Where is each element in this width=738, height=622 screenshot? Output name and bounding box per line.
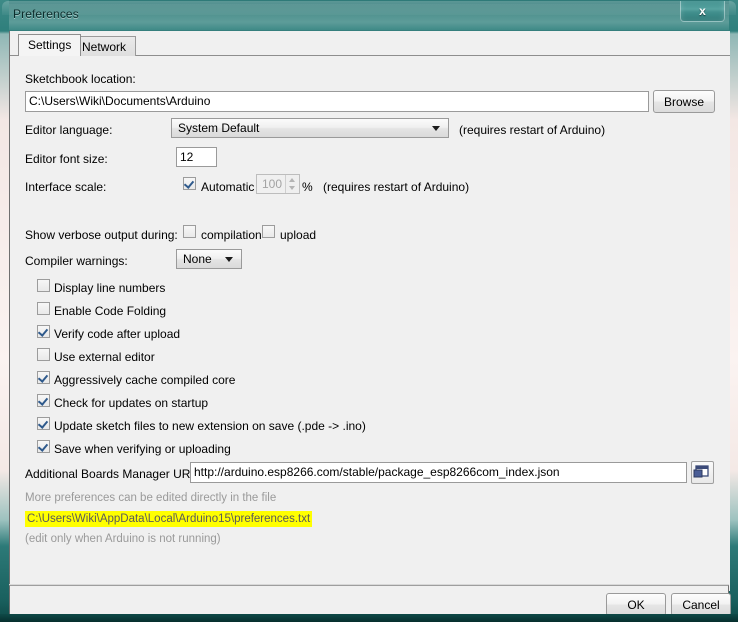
compiler-warnings-label: Compiler warnings: <box>25 254 128 268</box>
checkbox-label: Verify code after upload <box>54 327 181 341</box>
checkbox-label: Update sketch files to new extension on … <box>54 419 366 433</box>
verbose-upload-label: upload <box>280 228 317 242</box>
checkbox-check-for-updates-on-startup[interactable] <box>37 394 50 407</box>
interface-scale-note: (requires restart of Arduino) <box>323 180 470 194</box>
stepper-down-icon[interactable] <box>289 186 295 190</box>
client-area: Settings Network Sketchbook location: C:… <box>9 31 730 591</box>
checkbox-label: Display line numbers <box>54 281 166 295</box>
window-border-right <box>729 0 738 622</box>
editor-language-note: (requires restart of Arduino) <box>459 123 606 137</box>
interface-scale-stepper[interactable]: 100 <box>256 174 300 194</box>
close-icon: x <box>699 4 706 18</box>
tab-strip: Settings Network <box>10 31 730 56</box>
stepper-buttons[interactable] <box>285 175 299 193</box>
checkbox-label: Aggressively cache compiled core <box>54 373 236 387</box>
checkbox-enable-code-folding[interactable] <box>37 302 50 315</box>
editor-language-select[interactable]: System Default <box>171 118 449 138</box>
boards-manager-urls-label: Additional Boards Manager URLs: <box>25 467 207 481</box>
preferences-file-path: C:\Users\Wiki\AppData\Local\Arduino15\pr… <box>25 511 313 527</box>
compiler-warnings-value: None <box>183 252 212 266</box>
tab-network[interactable]: Network <box>72 36 137 56</box>
editor-language-value: System Default <box>178 121 260 135</box>
checkbox-aggressively-cache-compiled-core[interactable] <box>37 371 50 384</box>
interface-scale-value: 100 <box>261 177 282 191</box>
window-border-bottom <box>0 614 738 622</box>
checkbox-verify-code-after-upload[interactable] <box>37 325 50 338</box>
interface-scale-label: Interface scale: <box>25 180 107 194</box>
window-title: Preferences <box>13 7 79 21</box>
sketchbook-location-label: Sketchbook location: <box>25 72 136 86</box>
interface-scale-automatic-checkbox[interactable] <box>183 177 196 190</box>
checkbox-use-external-editor[interactable] <box>37 348 50 361</box>
compiler-warnings-select[interactable]: None <box>176 249 242 269</box>
interface-scale-percent: % <box>302 180 313 194</box>
stepper-up-icon[interactable] <box>289 178 295 182</box>
checkbox-display-line-numbers[interactable] <box>37 279 50 292</box>
verbose-upload-checkbox[interactable] <box>262 225 275 238</box>
checkbox-label: Save when verifying or uploading <box>54 442 231 456</box>
preferences-window: Preferences x Settings Network Sketchboo… <box>0 0 738 622</box>
tab-settings[interactable]: Settings <box>18 34 82 56</box>
chevron-down-icon <box>225 257 233 262</box>
sketchbook-location-input[interactable]: C:\Users\Wiki\Documents\Arduino <box>25 91 649 112</box>
editor-font-size-label: Editor font size: <box>25 152 108 166</box>
checkbox-update-sketch-files-extension[interactable] <box>37 417 50 430</box>
settings-panel: Sketchbook location: C:\Users\Wiki\Docum… <box>10 56 730 591</box>
verbose-output-label: Show verbose output during: <box>25 228 178 242</box>
window-border-left <box>0 0 9 622</box>
ok-button[interactable]: OK <box>606 593 666 616</box>
checkbox-label: Use external editor <box>54 350 155 364</box>
boards-manager-urls-input[interactable]: http://arduino.esp8266.com/stable/packag… <box>190 462 687 483</box>
checkbox-save-when-verifying-or-uploading[interactable] <box>37 440 50 453</box>
checkbox-label: Enable Code Folding <box>54 304 167 318</box>
boards-manager-urls-expand-button[interactable] <box>691 461 714 484</box>
verbose-compilation-label: compilation <box>201 228 262 242</box>
verbose-compilation-checkbox[interactable] <box>183 225 196 238</box>
footer-note-line1: More preferences can be edited directly … <box>25 492 277 504</box>
chevron-down-icon <box>432 126 440 131</box>
close-button[interactable]: x <box>680 1 725 22</box>
title-bar[interactable]: Preferences x <box>0 0 738 31</box>
browse-button[interactable]: Browse <box>653 90 715 113</box>
editor-font-size-input[interactable]: 12 <box>176 147 217 167</box>
checkbox-label: Check for updates on startup <box>54 396 209 410</box>
window-expand-icon <box>693 465 709 478</box>
footer-note-line3: (edit only when Arduino is not running) <box>25 533 221 545</box>
title-bar-gloss <box>2 1 736 15</box>
editor-language-label: Editor language: <box>25 123 113 137</box>
interface-scale-automatic-label: Automatic <box>201 180 255 194</box>
cancel-button[interactable]: Cancel <box>671 593 731 616</box>
